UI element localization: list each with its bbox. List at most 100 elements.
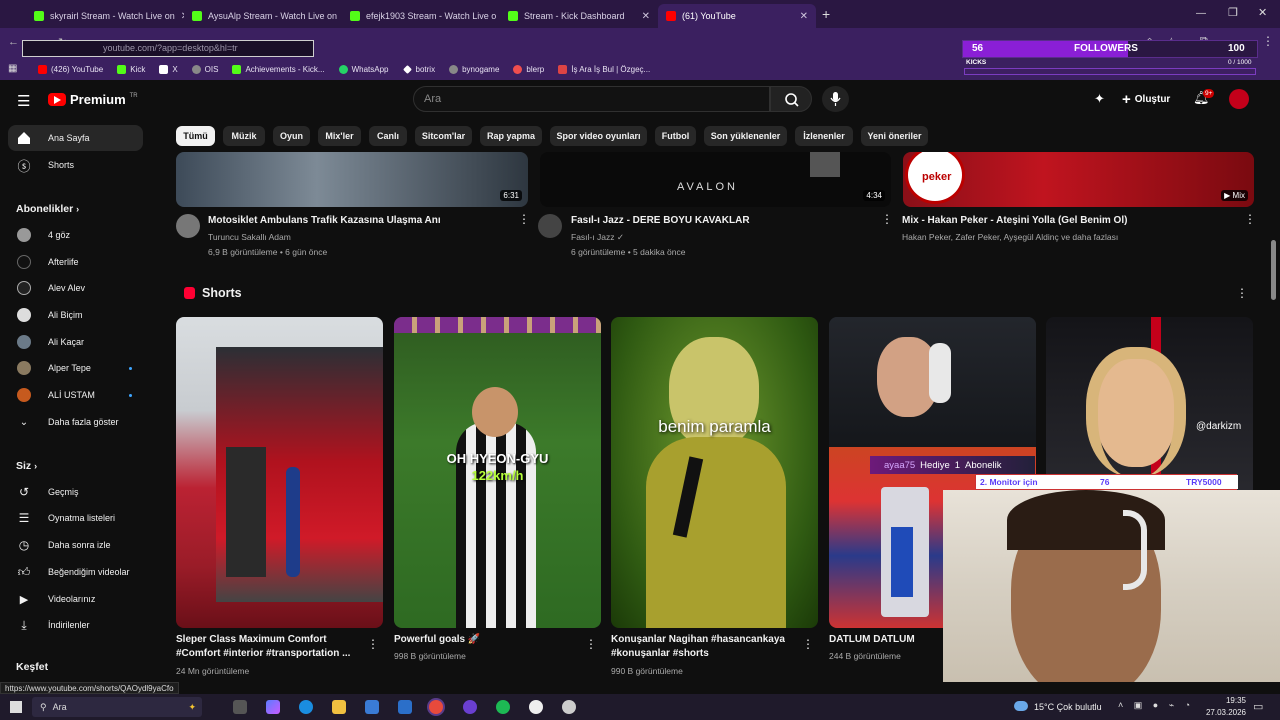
- bookmark[interactable]: botrix: [402, 65, 435, 74]
- avatar[interactable]: [1229, 89, 1249, 109]
- more-options-icon[interactable]: ⋮: [802, 638, 814, 650]
- short-title[interactable]: Powerful goals 🚀: [394, 633, 579, 647]
- short-thumbnail[interactable]: [176, 317, 383, 628]
- copilot-icon[interactable]: [266, 700, 280, 714]
- taskbar-search[interactable]: ⚲ Ara ✦: [32, 697, 202, 717]
- sidebar-item-channel[interactable]: 4 göz: [8, 222, 143, 248]
- bookmark[interactable]: X: [159, 64, 178, 74]
- chip[interactable]: Rap yapma: [480, 126, 542, 146]
- close-window-button[interactable]: ✕: [1258, 6, 1267, 19]
- more-options-icon[interactable]: ⋮: [881, 213, 893, 225]
- page-scrollbar[interactable]: [1271, 240, 1276, 300]
- chip[interactable]: Spor video oyunları: [550, 126, 647, 146]
- sidebar-item-downloads[interactable]: ⤓ İndirilenler: [8, 612, 143, 638]
- windows-start-icon[interactable]: [10, 701, 22, 713]
- bookmark[interactable]: İş Ara İş Bul | Özgeç...: [558, 64, 650, 74]
- voice-search-button[interactable]: [822, 86, 849, 112]
- sidebar-item-channel[interactable]: ALİ USTAM: [8, 382, 143, 408]
- video-thumbnail[interactable]: AVALON 4:34: [540, 152, 891, 207]
- more-options-icon[interactable]: ⋮: [1244, 213, 1256, 225]
- url-field[interactable]: youtube.com/?app=desktop&hl=tr: [22, 40, 314, 57]
- youtube-logo[interactable]: Premium TR: [48, 92, 138, 107]
- obs-icon[interactable]: [529, 700, 543, 714]
- create-button[interactable]: + Oluştur: [1122, 88, 1170, 110]
- channel-avatar[interactable]: [538, 214, 562, 238]
- channel-avatar[interactable]: [176, 214, 200, 238]
- weather-text[interactable]: 15°C Çok bulutlu: [1034, 702, 1102, 712]
- spotify-icon[interactable]: [496, 700, 510, 714]
- sidebar-item-your-videos[interactable]: ▶ Videolarınız: [8, 586, 143, 612]
- sidebar-item-playlists[interactable]: ☰ Oynatma listeleri: [8, 505, 143, 531]
- cast-icon[interactable]: ✦: [1094, 91, 1105, 107]
- search-button[interactable]: [770, 86, 812, 112]
- minimize-button[interactable]: —: [1196, 8, 1206, 19]
- show-more-button[interactable]: ⌄ Daha fazla göster: [8, 409, 143, 435]
- more-options-icon[interactable]: ⋮: [367, 638, 379, 650]
- search-input[interactable]: Ara: [413, 86, 770, 112]
- video-thumbnail[interactable]: peker ▶ Mix: [903, 152, 1254, 207]
- chip-all[interactable]: Tümü: [176, 126, 215, 146]
- chip[interactable]: Son yüklenenler: [704, 126, 787, 146]
- task-view-icon[interactable]: [233, 700, 247, 714]
- sidebar-item-channel[interactable]: Alev Alev: [8, 275, 143, 301]
- sidebar-item-channel[interactable]: Ali Biçim: [8, 302, 143, 328]
- video-channel[interactable]: Fasıl-ı Jazz ✓: [571, 232, 624, 243]
- more-options-icon[interactable]: ⋮: [1236, 287, 1248, 299]
- short-title[interactable]: Sleper Class Maximum Comfort #Comfort #i…: [176, 633, 361, 661]
- video-title[interactable]: Motosiklet Ambulans Trafik Kazasına Ulaş…: [208, 215, 441, 226]
- apps-grid-icon[interactable]: ▦: [8, 63, 17, 74]
- video-title[interactable]: Mix - Hakan Peker - Ateşini Yolla (Gel B…: [902, 215, 1127, 226]
- bookmark[interactable]: OIS: [191, 64, 218, 74]
- video-thumbnail[interactable]: 6:31: [176, 152, 528, 207]
- back-icon[interactable]: ←: [8, 36, 19, 48]
- chrome-icon[interactable]: [429, 700, 443, 714]
- sidebar-item-channel[interactable]: Alper Tepe: [8, 355, 143, 381]
- bookmark[interactable]: WhatsApp: [338, 64, 389, 74]
- chip[interactable]: Oyun: [273, 126, 310, 146]
- sidebar-item-channel[interactable]: Ali Kaçar: [8, 329, 143, 355]
- notification-center-icon[interactable]: ▭: [1253, 700, 1263, 713]
- bookmark[interactable]: Kick: [117, 64, 145, 74]
- chip[interactable]: Yeni öneriler: [861, 126, 928, 146]
- chip[interactable]: Sitcom'lar: [415, 126, 472, 146]
- chip[interactable]: Mix'ler: [318, 126, 361, 146]
- store-icon[interactable]: [365, 700, 379, 714]
- chip[interactable]: Futbol: [655, 126, 696, 146]
- close-tab-icon[interactable]: ✕: [642, 11, 650, 22]
- more-options-icon[interactable]: ⋮: [518, 213, 530, 225]
- sidebar-item-liked[interactable]: 👍︎ Beğendiğim videolar: [8, 559, 143, 585]
- you-header[interactable]: Siz ›: [16, 460, 37, 472]
- sidebar-item-home[interactable]: Ana Sayfa: [8, 125, 143, 151]
- bookmark[interactable]: Achievements - Kick...: [232, 64, 325, 74]
- hamburger-menu-icon[interactable]: ☰: [17, 92, 30, 110]
- browser-tab[interactable]: Stream - Kick Dashboard ✕: [500, 4, 658, 28]
- discord-icon[interactable]: [463, 700, 477, 714]
- chip[interactable]: İzlenenler: [795, 126, 853, 146]
- subscriptions-header[interactable]: Abonelikler ›: [16, 203, 79, 215]
- sidebar-item-history[interactable]: ↺ Geçmiş: [8, 479, 143, 505]
- video-title[interactable]: Fasıl-ı Jazz - DERE BOYU KAVAKLAR: [571, 215, 750, 226]
- file-explorer-icon[interactable]: [332, 700, 346, 714]
- video-channel[interactable]: Hakan Peker, Zafer Peker, Ayşegül Aldinç…: [902, 232, 1118, 242]
- steam-icon[interactable]: [562, 700, 576, 714]
- browser-tab[interactable]: AysuAlp Stream - Watch Live on ✕: [184, 4, 342, 28]
- more-options-icon[interactable]: ⋮: [585, 638, 597, 650]
- short-title[interactable]: Konuşanlar Nagihan #hasancankaya #konuşa…: [611, 633, 796, 661]
- edge-icon[interactable]: [299, 700, 313, 714]
- bookmark[interactable]: (426) YouTube: [38, 64, 103, 74]
- outlook-icon[interactable]: [398, 700, 412, 714]
- bookmark[interactable]: bynogame: [449, 64, 499, 74]
- tray-icons[interactable]: ˄ ▣ ● ⌁ ◔: [1118, 700, 1194, 711]
- video-channel[interactable]: Turuncu Sakallı Adam: [208, 232, 291, 242]
- new-tab-button[interactable]: +: [822, 6, 830, 22]
- browser-tab[interactable]: efejk1903 Stream - Watch Live o ✕: [342, 4, 500, 28]
- sidebar-item-channel[interactable]: Afterlife: [8, 249, 143, 275]
- close-tab-icon[interactable]: ✕: [800, 11, 808, 22]
- chip[interactable]: Müzik: [223, 126, 265, 146]
- browser-menu-icon[interactable]: ⋮: [1262, 34, 1274, 48]
- short-thumbnail[interactable]: benim paramla: [611, 317, 818, 628]
- browser-tab-active[interactable]: (61) YouTube ✕: [658, 4, 816, 28]
- bookmark[interactable]: blerp: [513, 64, 544, 74]
- maximize-button[interactable]: ❐: [1228, 6, 1238, 19]
- sidebar-item-shorts[interactable]: ⓢ Shorts: [8, 152, 143, 178]
